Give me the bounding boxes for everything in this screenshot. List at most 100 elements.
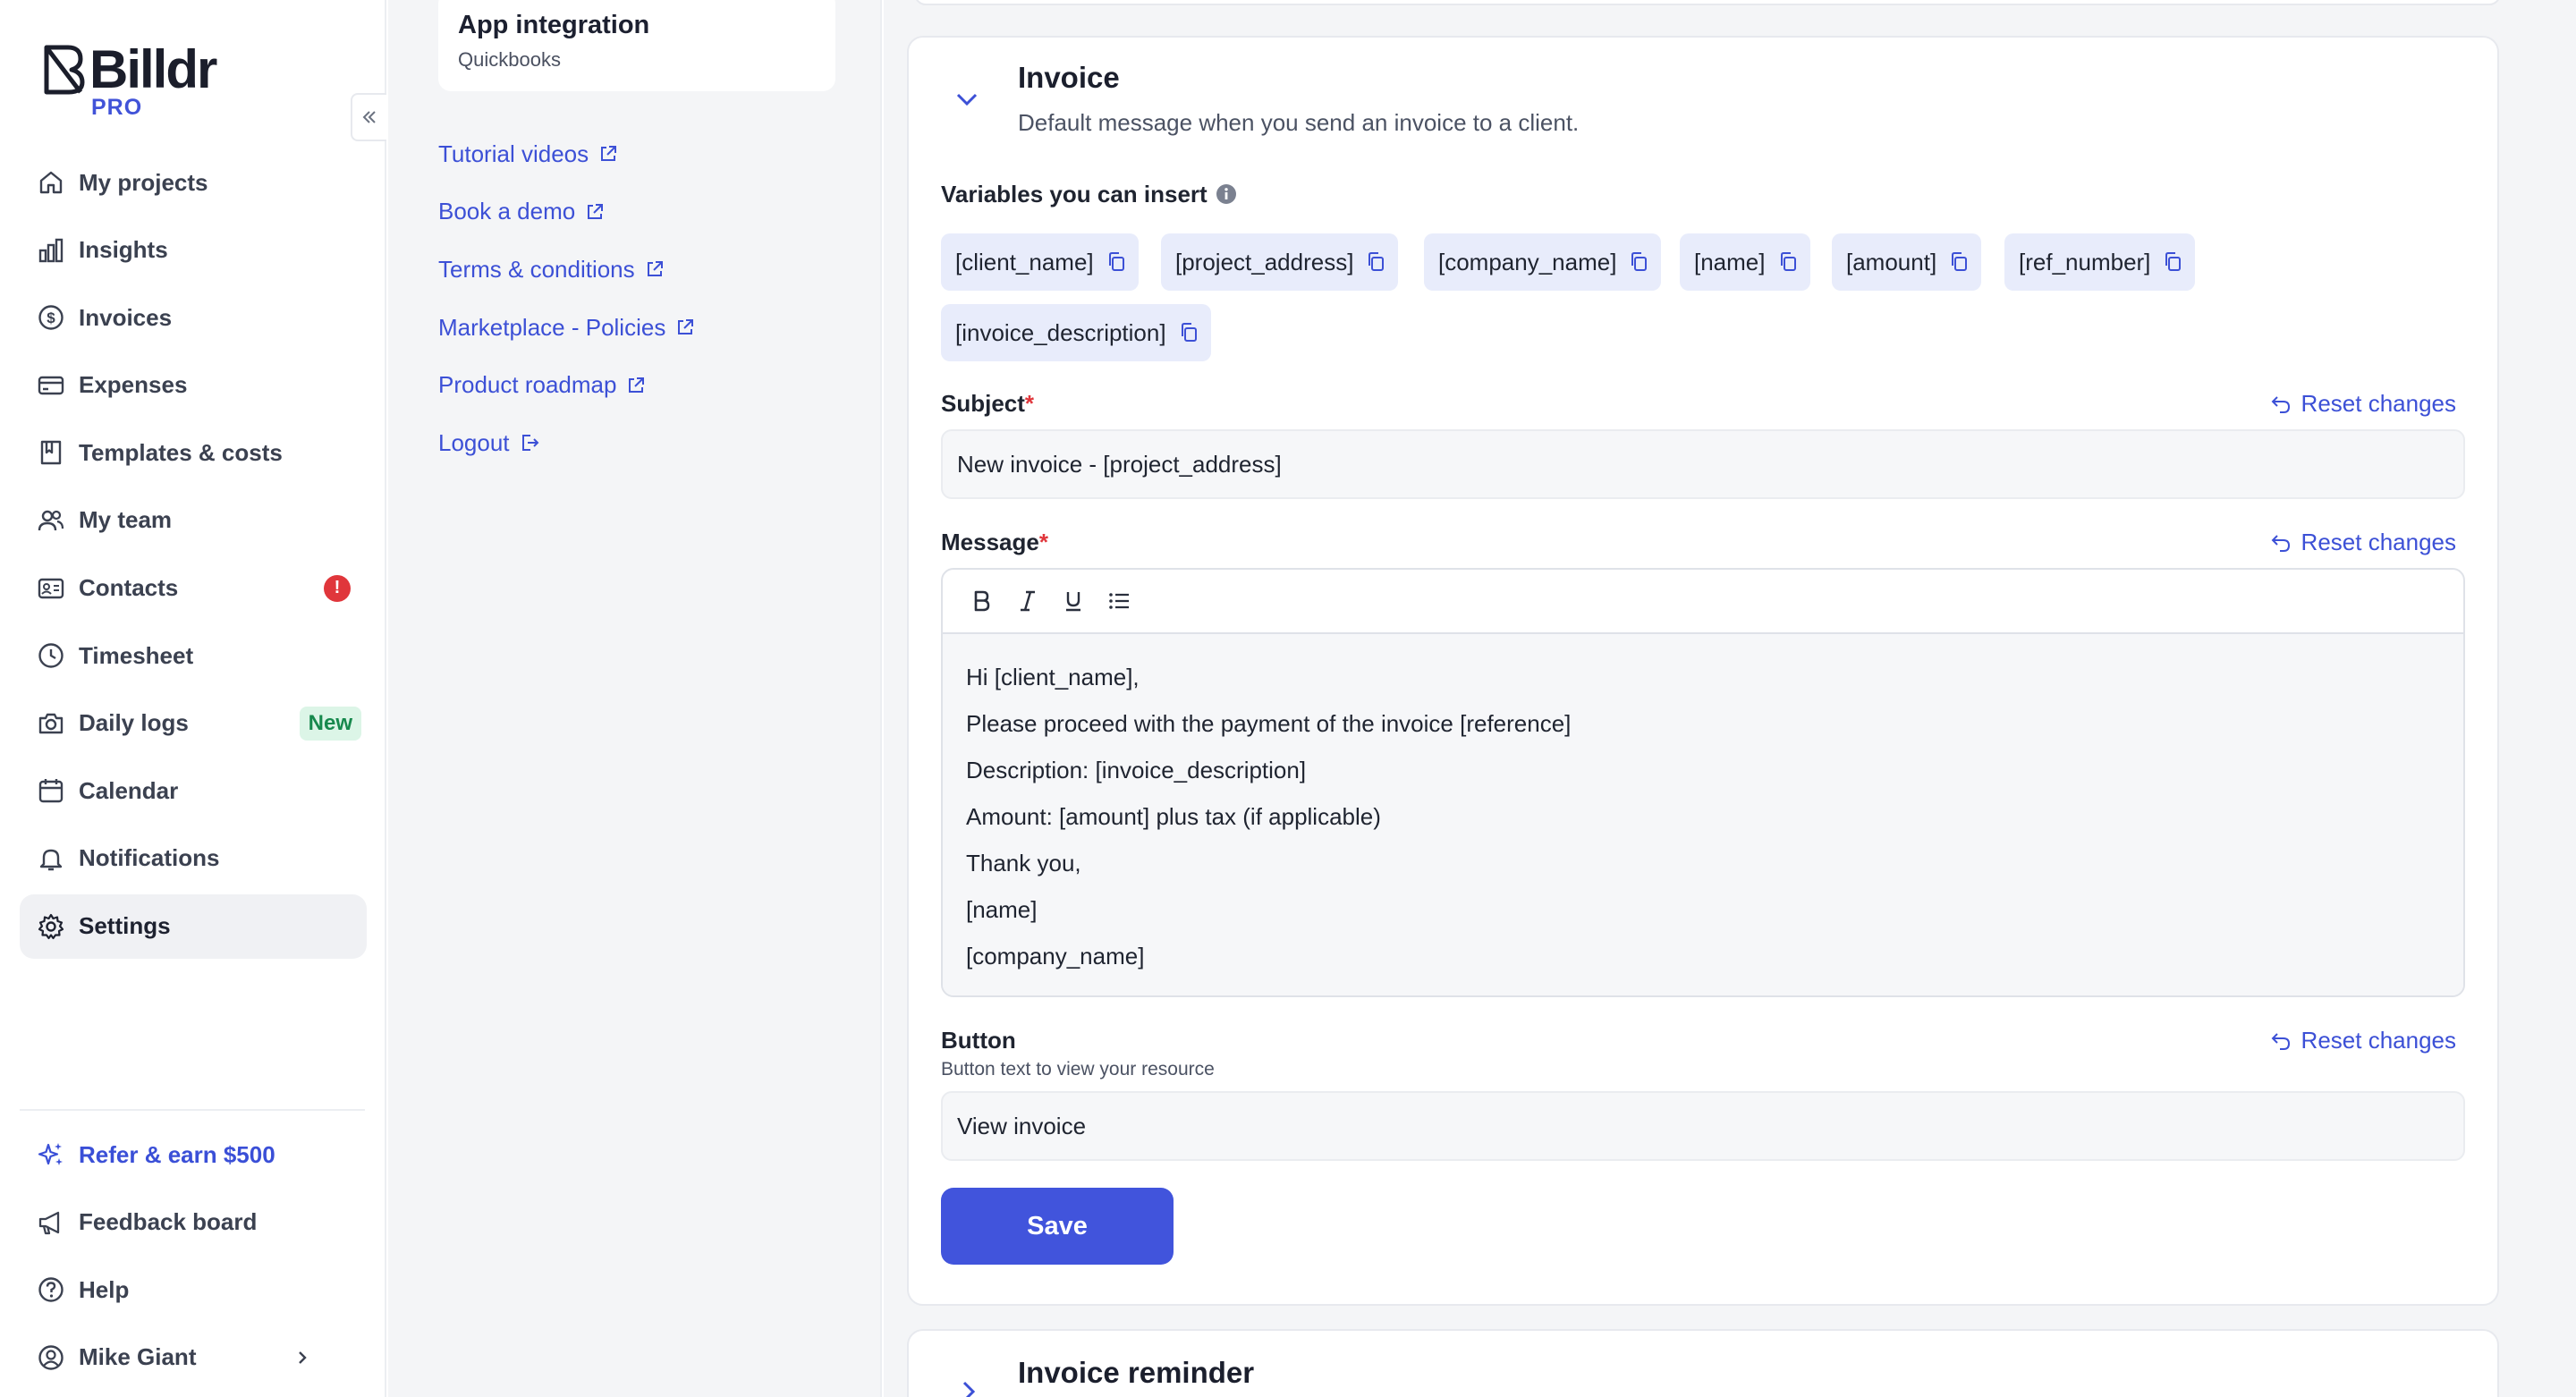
variable-chip[interactable]: [invoice_description] (941, 304, 1211, 361)
external-link-icon (678, 319, 694, 335)
variable-chip[interactable]: [company_name] (1424, 233, 1662, 291)
help-circle-icon (36, 1274, 66, 1305)
chevron-down-icon (956, 93, 978, 106)
sidebar-item-label: My team (79, 506, 173, 534)
bullet-list-button[interactable] (1103, 585, 1135, 617)
save-button[interactable]: Save (941, 1188, 1174, 1265)
sidebar-item-settings[interactable]: Settings (20, 893, 367, 959)
collapse-section-button[interactable] (953, 86, 980, 113)
sidebar-item-notifications[interactable]: Notifications (20, 826, 367, 891)
bold-button[interactable] (966, 585, 998, 617)
external-link-icon (647, 261, 663, 277)
product-roadmap-link[interactable]: Product roadmap (438, 356, 696, 414)
italic-icon (1021, 590, 1035, 612)
brand-logo[interactable]: Billdr PRO (41, 39, 217, 120)
variable-chip[interactable]: [ref_number] (2004, 233, 2196, 291)
logout-icon (521, 435, 538, 452)
message-label: Message* (941, 529, 1048, 556)
sidebar-item-label: Refer & earn $500 (79, 1140, 275, 1168)
link-label: Book a demo (438, 198, 576, 225)
message-line: Amount: [amount] plus tax (if applicable… (966, 803, 1381, 830)
sidebar-item-contacts[interactable]: Contacts ! (20, 556, 367, 621)
variable-text: [invoice_description] (955, 318, 1166, 346)
subject-label-text: Subject (941, 390, 1025, 417)
sidebar-item-my-team[interactable]: My team (20, 488, 367, 553)
button-label: Button (941, 1027, 1016, 1054)
sidebar-item-calendar[interactable]: Calendar (20, 758, 367, 823)
message-line: Description: [invoice_description] (966, 757, 1307, 783)
required-mark: * (1038, 529, 1048, 555)
logout-link[interactable]: Logout (438, 414, 696, 472)
variable-text: [name] (1694, 248, 1766, 275)
expand-section-button[interactable] (955, 1379, 980, 1397)
copy-icon (1952, 252, 1968, 271)
sidebar-item-label: Expenses (79, 371, 188, 399)
marketplace-policies-link[interactable]: Marketplace - Policies (438, 299, 696, 357)
tutorial-videos-link[interactable]: Tutorial videos (438, 125, 696, 183)
message-label-text: Message (941, 529, 1039, 555)
copy-icon (1108, 252, 1124, 271)
message-reset-button[interactable]: Reset changes (2269, 529, 2456, 556)
chevron-right-icon (962, 1381, 976, 1397)
variable-chip[interactable]: [project_address] (1161, 233, 1399, 291)
sidebar-divider (20, 1109, 365, 1111)
app-integration-card[interactable]: App integration Quickbooks (438, 0, 835, 91)
bold-icon (974, 590, 990, 612)
user-circle-icon (36, 1342, 66, 1373)
variable-text: [amount] (1846, 248, 1937, 275)
sidebar-item-label: Contacts (79, 574, 179, 602)
sidebar-item-my-projects[interactable]: My projects (20, 150, 367, 215)
button-reset-button[interactable]: Reset changes (2269, 1027, 2456, 1054)
subnav-links: Tutorial videos Book a demo Terms & cond… (438, 125, 696, 472)
sidebar-item-label: Notifications (79, 844, 220, 872)
svg-text:$: $ (47, 309, 55, 326)
sidebar-item-daily-logs[interactable]: Daily logs New (20, 691, 367, 756)
book-demo-link[interactable]: Book a demo (438, 183, 696, 241)
refer-earn-link[interactable]: Refer & earn $500 (20, 1123, 367, 1186)
calendar-icon (36, 775, 66, 806)
subject-label: Subject* (941, 390, 1034, 418)
editor-toolbar (943, 570, 2463, 634)
variable-chip[interactable]: [name] (1680, 233, 1810, 291)
sidebar-item-label: My projects (79, 168, 208, 196)
home-icon (36, 167, 66, 198)
variable-chip[interactable]: [amount] (1832, 233, 1982, 291)
subject-reset-button[interactable]: Reset changes (2269, 390, 2456, 418)
info-icon[interactable] (1215, 182, 1238, 206)
required-mark: * (1024, 390, 1035, 417)
italic-button[interactable] (1012, 585, 1044, 617)
sidebar-item-timesheet[interactable]: Timesheet (20, 623, 367, 688)
brand-name: Billdr (89, 39, 217, 99)
variable-chip[interactable]: [client_name] (941, 233, 1139, 291)
user-menu[interactable]: Mike Giant (20, 1326, 367, 1389)
sidebar-item-label: Templates & costs (79, 438, 283, 466)
copy-icon (1181, 323, 1197, 342)
button-text-input[interactable]: View invoice (941, 1091, 2465, 1161)
bar-chart-icon (36, 235, 66, 266)
subject-input[interactable]: New invoice - [project_address] (941, 429, 2465, 499)
copy-icon (2165, 252, 2182, 271)
collapse-sidebar-button[interactable] (351, 93, 386, 141)
new-badge: New (299, 706, 361, 741)
clock-icon (36, 640, 66, 671)
variable-text: [company_name] (1438, 248, 1617, 275)
book-icon (36, 437, 66, 468)
brand-tier: PRO (91, 95, 143, 120)
sidebar-item-templates[interactable]: Templates & costs (20, 420, 367, 485)
sidebar-item-invoices[interactable]: $ Invoices (20, 285, 367, 350)
variable-text: [client_name] (955, 248, 1094, 275)
sidebar-item-expenses[interactable]: Expenses (20, 353, 367, 418)
terms-conditions-link[interactable]: Terms & conditions (438, 241, 696, 299)
external-link-icon (588, 203, 604, 219)
invoice-reminder-title: Invoice reminder (1018, 1356, 1255, 1389)
sidebar-item-insights[interactable]: Insights (20, 218, 367, 283)
underline-button[interactable] (1057, 585, 1089, 617)
link-label: Product roadmap (438, 371, 617, 399)
sidebar-item-label: Feedback board (79, 1208, 258, 1235)
message-line: Thank you, (966, 850, 1081, 876)
message-line: Hi [client_name], (966, 664, 1140, 690)
feedback-board-link[interactable]: Feedback board (20, 1191, 367, 1254)
help-link[interactable]: Help (20, 1258, 367, 1321)
message-body[interactable]: Hi [client_name], Please proceed with th… (943, 634, 2463, 995)
undo-icon (2271, 534, 2290, 552)
